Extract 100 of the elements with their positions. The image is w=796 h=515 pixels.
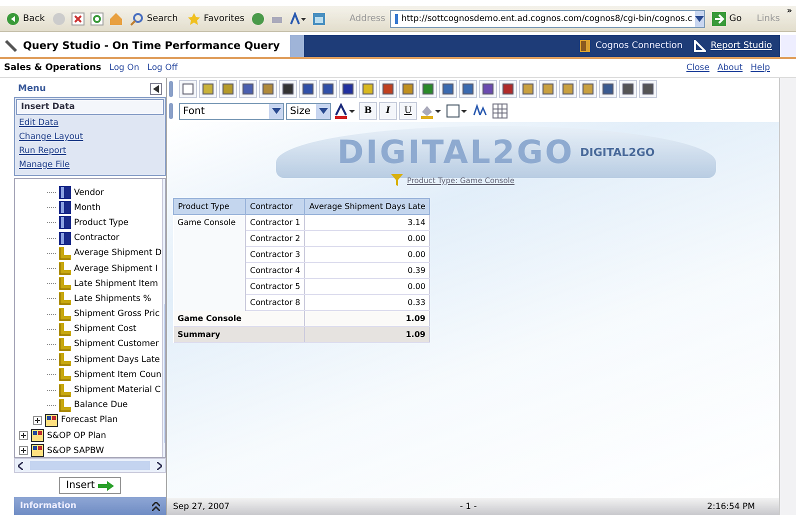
scroll-right-icon[interactable] <box>157 462 162 470</box>
expand-toggle[interactable] <box>19 431 28 440</box>
menu-item[interactable]: Run Report <box>15 144 165 158</box>
horizontal-scrollbar[interactable] <box>14 458 166 473</box>
tree-item[interactable]: Average Shipment D <box>74 248 162 258</box>
format-button[interactable]: B <box>359 102 377 120</box>
header-link[interactable]: About <box>717 63 743 73</box>
log-off-link[interactable]: Log Off <box>147 63 178 73</box>
level-icon <box>59 216 71 230</box>
measure-icon <box>59 384 71 397</box>
grid-icon[interactable] <box>491 102 509 120</box>
column-header: Contractor <box>246 198 305 214</box>
tree-item[interactable]: Shipment Item Coun <box>74 370 162 380</box>
package-name: Sales & Operations <box>4 63 102 73</box>
size-dropdown[interactable]: Size <box>286 102 331 120</box>
tree-item[interactable]: Vendor <box>74 188 104 198</box>
cognos-connection-link[interactable]: Cognos Connection <box>595 41 683 51</box>
menu-item[interactable]: Manage File <box>15 158 165 172</box>
stop-icon[interactable] <box>70 12 85 26</box>
table-cell: 3.14 <box>304 214 430 230</box>
menu-item[interactable]: Change Layout <box>15 130 165 144</box>
tree-item[interactable]: Shipment Cost <box>74 324 136 334</box>
book-icon <box>580 40 590 52</box>
measure-icon <box>59 368 71 382</box>
report-date: Sep 27, 2007 <box>173 502 230 512</box>
collapse-button[interactable] <box>150 83 162 95</box>
package-icon <box>45 414 58 427</box>
go-button[interactable]: Go <box>710 12 744 26</box>
window-icon[interactable] <box>312 12 326 26</box>
font-color-icon[interactable] <box>333 102 357 120</box>
expand-toggle[interactable] <box>19 446 28 456</box>
tree-item[interactable]: Month <box>74 202 101 213</box>
tree-item[interactable]: Balance Due <box>74 400 128 410</box>
tree-item[interactable]: Shipment Days Late <box>74 354 160 365</box>
border-icon[interactable] <box>445 102 469 120</box>
tree-item[interactable]: Forecast Plan <box>61 415 118 426</box>
tree-item[interactable]: Shipment Material C <box>74 385 161 396</box>
format-button[interactable]: U <box>399 102 417 120</box>
address-field[interactable]: http://sottcognosdemo.ent.ad.cognos.com/cognos8/cgi-bin/cognos.c <box>390 10 706 28</box>
table-cell: 1.09 <box>304 310 430 326</box>
menu-item[interactable]: Insert Data <box>16 99 164 115</box>
ruler-icon <box>694 40 706 52</box>
search-button[interactable]: Search <box>128 12 180 26</box>
tree-item[interactable]: S&OP SAPBW <box>47 446 104 456</box>
insert-button[interactable]: Insert <box>59 477 121 494</box>
report-studio-link[interactable]: Report Studio <box>710 41 772 51</box>
table-cell: 0.00 <box>304 278 430 294</box>
measure-icon <box>59 246 71 260</box>
scroll-left-icon[interactable] <box>18 462 23 470</box>
tree-item[interactable]: S&OP OP Plan <box>47 430 106 441</box>
page-icon <box>394 12 398 24</box>
favorites-button[interactable]: Favorites <box>184 12 246 26</box>
tree-item[interactable]: Late Shipment Item <box>74 278 158 289</box>
header-link[interactable]: Help <box>750 63 770 73</box>
search-icon <box>130 12 144 26</box>
measure-icon <box>59 277 71 290</box>
column-header: Product Type <box>174 198 246 214</box>
measure-icon <box>59 322 71 336</box>
measure-icon <box>59 353 71 366</box>
vertical-scrollbar[interactable] <box>162 179 165 457</box>
tree-item[interactable]: Late Shipments % <box>74 294 152 304</box>
level-icon <box>59 186 71 200</box>
table-cell: Game Console <box>174 214 246 230</box>
table-cell: 0.00 <box>304 246 430 262</box>
measure-icon <box>59 308 71 321</box>
tree-item[interactable]: Product Type <box>74 218 128 228</box>
table-cell: 0.00 <box>304 230 430 246</box>
tree-item[interactable]: Shipment Customer <box>74 339 159 350</box>
measure-icon <box>59 292 71 306</box>
level-icon <box>59 201 71 214</box>
tree-item[interactable]: Shipment Gross Pric <box>74 309 160 320</box>
back-button[interactable]: Back <box>4 12 47 26</box>
table-cell: 0.39 <box>304 262 430 278</box>
table-cell: Game Console <box>174 310 246 326</box>
table-cell: Contractor 1 <box>246 214 305 230</box>
menu-title: Menu <box>18 84 46 94</box>
header-link[interactable]: Close <box>686 63 710 73</box>
table-cell: 1.09 <box>304 326 430 342</box>
tree-item[interactable]: Contractor <box>74 233 120 244</box>
table-cell: Contractor 3 <box>246 246 305 262</box>
window-title: Query Studio - On Time Performance Query <box>0 35 290 57</box>
measure-icon <box>59 338 71 351</box>
table-cell: Summary <box>174 326 246 342</box>
font-color-icon[interactable] <box>289 12 308 26</box>
address-label: Address <box>349 14 386 24</box>
small-logo: DIGITAL2GO <box>580 146 655 158</box>
page-scrollbar[interactable] <box>779 78 796 515</box>
more-chevron[interactable]: » <box>786 6 792 15</box>
refresh-icon[interactable] <box>90 12 104 26</box>
page-number: - 1 - <box>460 502 477 512</box>
table-cell: Contractor 2 <box>246 230 305 246</box>
package-icon <box>31 429 44 442</box>
table-cell: Contractor 5 <box>246 278 305 294</box>
package-icon <box>31 444 44 457</box>
tree-item[interactable]: Average Shipment I <box>74 264 158 274</box>
format-button[interactable]: I <box>379 102 397 120</box>
expand-toggle[interactable] <box>33 416 42 425</box>
log-on-link[interactable]: Log On <box>109 63 140 73</box>
font-dropdown[interactable]: Font <box>179 102 284 120</box>
menu-item[interactable]: Edit Data <box>15 116 165 130</box>
